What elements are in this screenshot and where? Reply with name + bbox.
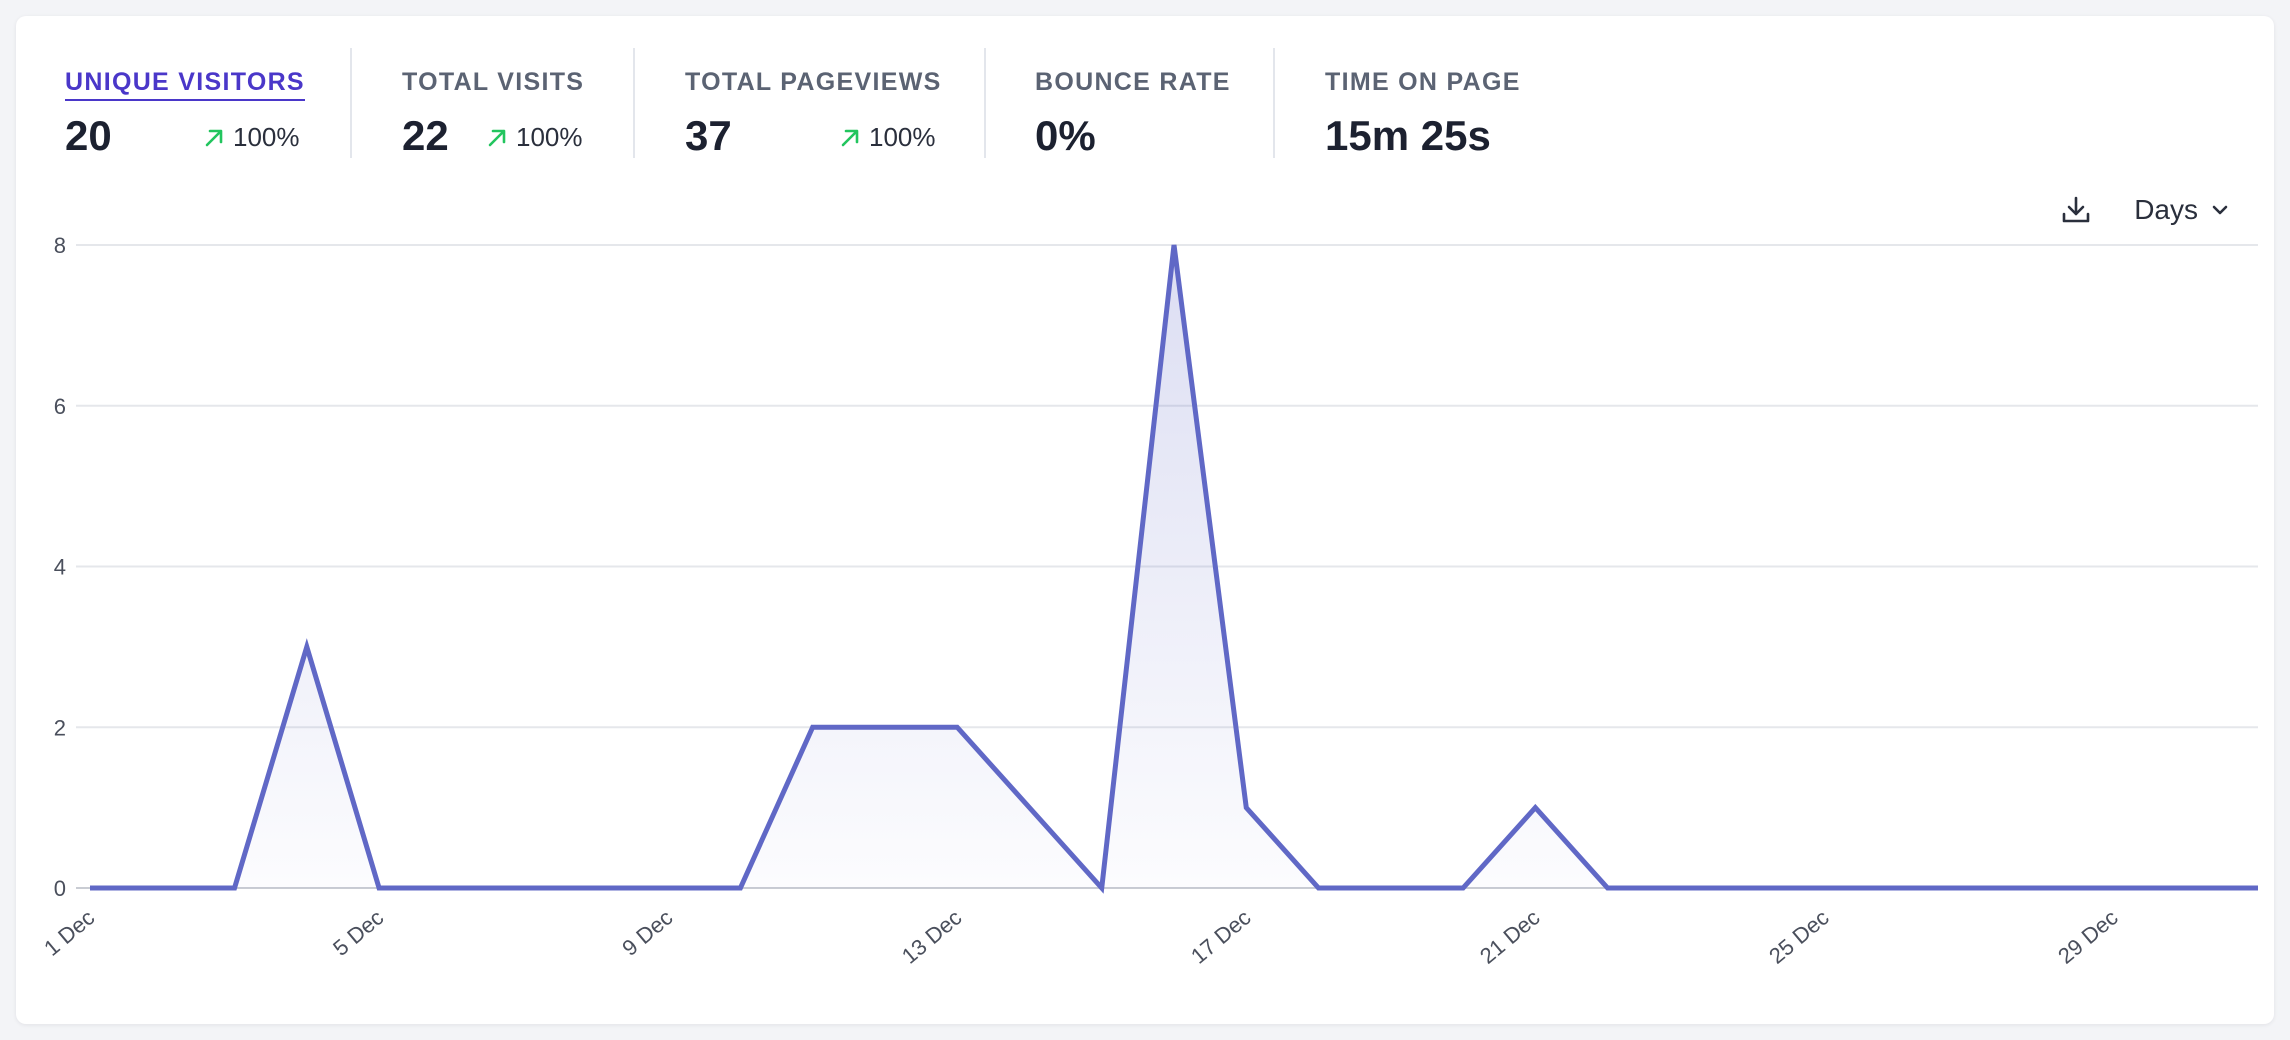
visitors-chart: 0 2 4 6 8 1 Dec 5 Dec 9 Dec 13 Dec 17 Dec 21 Dec 25… [39, 233, 2261, 969]
data-point [665, 885, 671, 891]
data-point [737, 885, 743, 891]
data-point [1243, 805, 1249, 811]
x-tick-label: 5 Dec [328, 905, 388, 961]
x-tick-label: 1 Dec [39, 905, 99, 961]
data-point [376, 885, 382, 891]
data-point [1677, 885, 1683, 891]
data-point [87, 885, 93, 891]
data-point [2038, 885, 2044, 891]
y-tick-label: 4 [54, 555, 66, 580]
data-point [1605, 885, 1611, 891]
y-tick-label: 6 [54, 394, 66, 419]
data-point [1316, 885, 1322, 891]
data-point [2255, 885, 2261, 891]
data-point [448, 885, 454, 891]
data-point [1388, 885, 1394, 891]
x-tick-label: 13 Dec [897, 905, 966, 969]
data-point [1460, 885, 1466, 891]
y-tick-label: 8 [54, 233, 66, 258]
data-point [521, 885, 527, 891]
data-point [2183, 885, 2189, 891]
data-point [232, 885, 238, 891]
data-point [159, 885, 165, 891]
data-point [1026, 805, 1032, 811]
data-point [1894, 885, 1900, 891]
data-point [1171, 242, 1177, 248]
data-point [304, 644, 310, 650]
x-tick-label: 9 Dec [617, 905, 677, 961]
x-tick-label: 21 Dec [1475, 905, 1544, 969]
data-point [882, 724, 888, 730]
x-tick-label: 17 Dec [1186, 905, 1255, 969]
data-point [2110, 885, 2116, 891]
y-tick-label: 2 [54, 715, 66, 740]
data-point [593, 885, 599, 891]
data-point [1821, 885, 1827, 891]
x-tick-label: 29 Dec [2053, 905, 2122, 969]
y-tick-label: 0 [54, 876, 66, 901]
data-point [1749, 885, 1755, 891]
data-point [1099, 885, 1105, 891]
data-point [1966, 885, 1972, 891]
x-tick-label: 25 Dec [1764, 905, 1833, 969]
data-point [954, 724, 960, 730]
data-point [1532, 805, 1538, 811]
data-point [810, 724, 816, 730]
